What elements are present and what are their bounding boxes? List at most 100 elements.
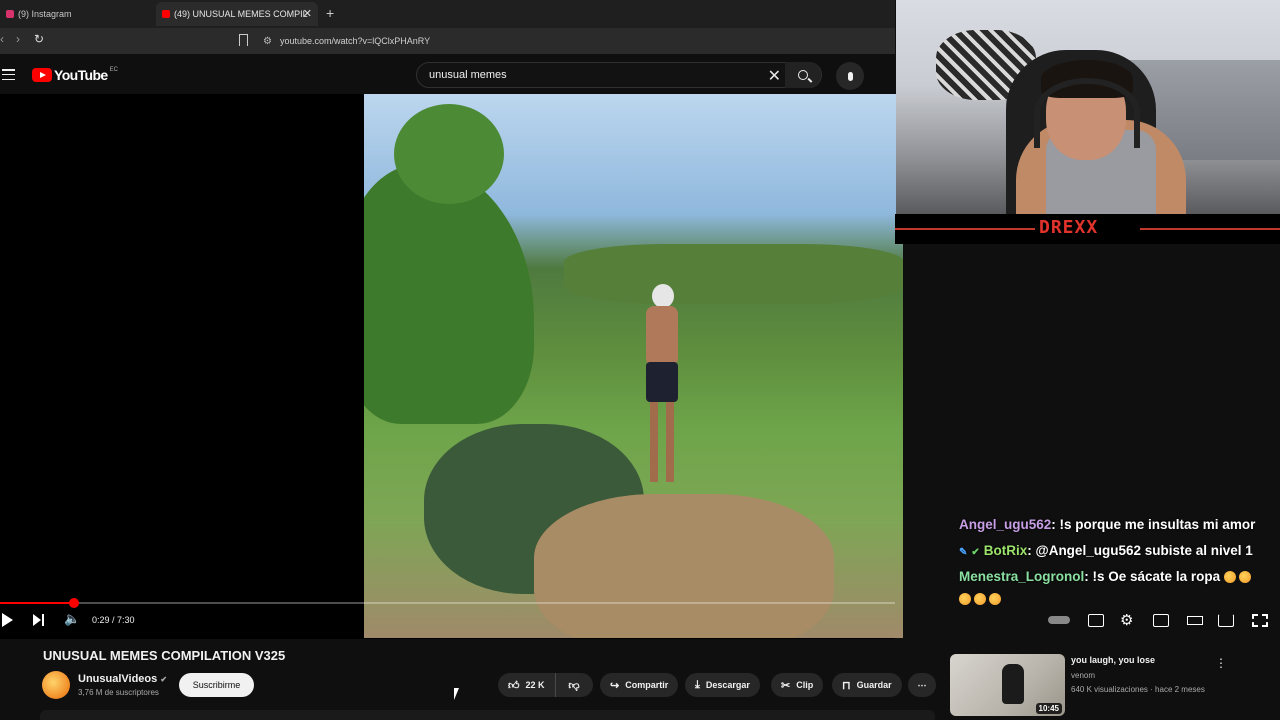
video-frame[interactable] <box>364 94 903 638</box>
more-vert-icon[interactable]: ⋮ <box>1215 656 1227 670</box>
search-button[interactable] <box>785 62 821 88</box>
progress-bar[interactable] <box>0 602 895 604</box>
instagram-icon <box>6 10 14 18</box>
tab-instagram[interactable]: (9) Instagram <box>0 2 150 26</box>
address-bar-row: ‹ › ↻ ⚙ youtube.com/watch?v=lQClxPHAnRY <box>0 28 895 54</box>
recommended-video-title[interactable]: you laugh, you lose <box>1071 655 1155 665</box>
tab-label: (49) UNUSUAL MEMES COMPIL <box>174 9 308 19</box>
youtube-logo[interactable]: YouTube EC <box>32 67 118 83</box>
play-icon[interactable] <box>2 613 13 627</box>
recommended-video-thumbnail[interactable]: 10:45 <box>950 654 1065 716</box>
share-button[interactable]: ↪ Compartir <box>600 673 679 697</box>
verified-badge-icon: ✔ <box>971 547 980 558</box>
settings-icon[interactable]: ⚙ <box>1120 611 1136 629</box>
back-icon[interactable]: ‹ <box>0 32 4 46</box>
youtube-header: YouTube EC unusual memes ✕ <box>0 56 895 94</box>
chat-user: Angel_ugu562 <box>959 517 1052 532</box>
brand-line-left <box>895 228 1035 230</box>
heart-eyes-emoji-icon <box>1238 571 1251 584</box>
progress-fill <box>0 602 74 604</box>
like-button[interactable]: 👍︎ 22 K <box>498 673 556 697</box>
video-foliage <box>564 244 903 304</box>
browser-tab-bar: (9) Instagram (49) UNUSUAL MEMES COMPIL … <box>0 0 895 28</box>
brand-line-right <box>1140 228 1280 230</box>
channel-name[interactable]: UnusualVideos ✔ <box>78 673 167 685</box>
like-dislike-group: 👍︎ 22 K 👎︎ <box>498 673 593 697</box>
volume-icon[interactable]: 🔈 <box>64 611 80 627</box>
download-icon: ⤓ <box>695 678 700 691</box>
forward-icon[interactable]: › <box>16 32 20 46</box>
fullscreen-icon[interactable] <box>1252 614 1268 627</box>
streamer-brand-bar: DREXX <box>895 214 1280 244</box>
heart-eyes-emoji-icon <box>974 593 986 606</box>
video-dirt <box>534 494 834 638</box>
chat-message: Angel_ugu562: !s porque me insultas mi a… <box>959 517 1255 532</box>
video-duration: 10:45 <box>1035 703 1062 714</box>
miniplayer-icon[interactable] <box>1153 614 1169 627</box>
youtube-icon <box>162 10 170 18</box>
autoplay-toggle[interactable] <box>1048 616 1070 624</box>
channel-avatar[interactable] <box>42 671 70 699</box>
wrench-badge-icon: ✎ <box>959 547 968 558</box>
progress-scrubber[interactable] <box>69 598 79 608</box>
video-person <box>642 284 682 494</box>
chat-user: Menestra_Logronol <box>959 569 1085 584</box>
subscriber-count: 3,76 M de suscriptores <box>78 688 159 697</box>
subscribe-button[interactable]: Suscribirme <box>179 673 254 697</box>
next-icon[interactable] <box>33 614 41 626</box>
cast-icon[interactable] <box>1218 614 1234 627</box>
subtitles-icon[interactable] <box>1088 614 1104 627</box>
like-count: 22 K <box>525 680 545 690</box>
share-icon: ↪ <box>610 679 620 692</box>
share-label: Compartir <box>625 680 669 690</box>
time-display: 0:29 / 7:30 <box>92 615 135 625</box>
download-button[interactable]: ⤓ Descargar <box>685 673 760 697</box>
below-fold-strip <box>40 710 935 720</box>
thumbs-up-icon: 👍︎ <box>508 679 520 692</box>
heart-eyes-emoji-icon <box>989 593 1001 606</box>
save-button[interactable]: ⊓ Guardar <box>832 673 902 697</box>
webcam-headset <box>1034 78 1140 148</box>
tab-youtube[interactable]: (49) UNUSUAL MEMES COMPIL ✕ <box>156 2 318 26</box>
streamer-brand: DREXX <box>1039 217 1099 238</box>
bookmark-icon[interactable] <box>239 34 248 46</box>
bookmark-save-icon: ⊓ <box>842 679 851 692</box>
thumbnail-dog <box>1002 664 1024 704</box>
chat-text: : @Angel_ugu562 subiste al nivel 1 <box>1027 543 1253 558</box>
more-icon: ⋯ <box>917 679 927 690</box>
chat-message: Menestra_Logronol: !s Oe sácate la ropa <box>959 569 1254 584</box>
mouse-cursor <box>454 688 459 700</box>
dislike-button[interactable]: 👎︎ <box>556 673 592 697</box>
url-text: youtube.com/watch?v=lQClxPHAnRY <box>279 36 431 46</box>
chat-emoji-row <box>959 591 1004 606</box>
recommended-channel[interactable]: venom <box>1071 671 1095 680</box>
video-title: UNUSUAL MEMES COMPILATION V325 <box>43 648 286 663</box>
more-actions-button[interactable]: ⋯ <box>908 673 936 697</box>
url-field[interactable]: ⚙ youtube.com/watch?v=lQClxPHAnRY <box>255 31 875 51</box>
verified-icon: ✔ <box>160 675 168 684</box>
scissors-icon: ✂ <box>781 679 791 692</box>
search-icon <box>798 70 808 80</box>
site-info-icon[interactable]: ⚙ <box>263 36 272 47</box>
heart-eyes-emoji-icon <box>959 593 971 606</box>
clear-search-icon[interactable]: ✕ <box>768 66 781 86</box>
download-label: Descargar <box>705 680 750 690</box>
clip-button[interactable]: ✂ Clip <box>771 673 824 697</box>
logo-text: YouTube <box>54 67 108 83</box>
reload-icon[interactable]: ↻ <box>34 32 44 46</box>
theater-mode-icon[interactable] <box>1187 616 1203 625</box>
country-code: EC <box>109 67 118 73</box>
voice-search-button[interactable] <box>836 62 864 90</box>
mic-icon <box>847 71 853 81</box>
webcam-overlay <box>896 0 1280 214</box>
search-input[interactable]: unusual memes ✕ <box>416 62 822 88</box>
close-tab-icon[interactable]: ✕ <box>303 7 312 20</box>
search-query: unusual memes <box>429 69 507 81</box>
next-bar <box>42 614 44 626</box>
chat-text: : !s porque me insultas mi amor <box>1051 517 1256 532</box>
chat-text: : !s Oe sácate la ropa <box>1084 569 1221 584</box>
menu-icon[interactable] <box>2 69 15 80</box>
thumbs-down-icon: 👎︎ <box>568 679 580 692</box>
new-tab-icon[interactable]: + <box>326 5 334 21</box>
heart-eyes-emoji-icon <box>1223 571 1236 584</box>
